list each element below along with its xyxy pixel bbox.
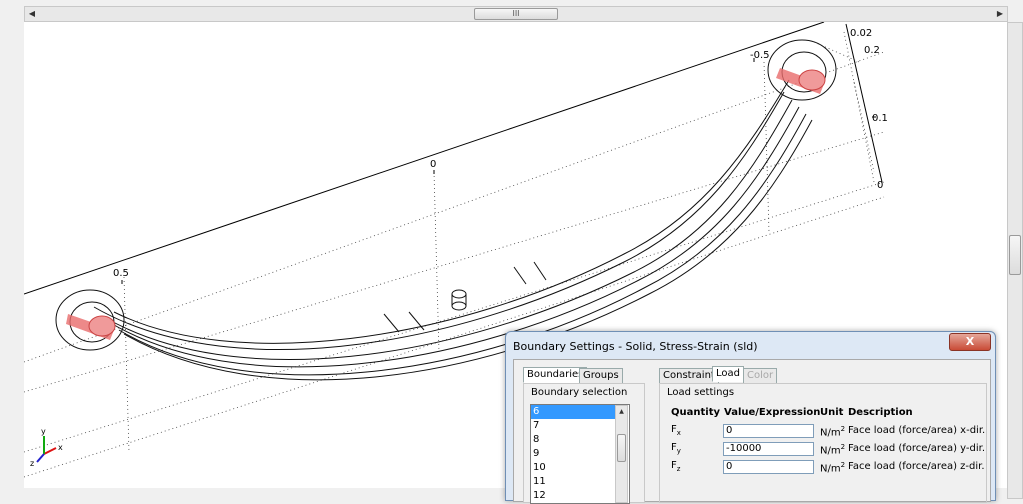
scroll-grip: III [512,9,520,18]
column-description: Description [848,407,913,418]
fx-unit: N/m [820,427,841,439]
tab-constraint[interactable]: Constraint [659,368,719,384]
tab-color-label: Color [747,370,774,381]
row-fz-quantity: Fz [671,460,680,473]
fz-subscript: z [676,465,681,473]
fy-unit-exp: 2 [840,443,846,451]
tab-groups-label: Groups [583,370,619,381]
axis-label-z-bottom: 0 [877,180,883,191]
fx-value-input[interactable] [723,424,814,438]
right-eye-bushing [767,39,837,101]
boundary-list-item[interactable]: 8 [531,433,615,447]
fz-value-input[interactable] [723,460,814,474]
listbox-scrollbar[interactable]: ▲ [615,405,628,503]
row-fx-quantity: Fx [671,424,681,437]
boundary-list-item[interactable]: 6 [531,405,615,419]
row-fy-description: Face load (force/area) y-dir. [848,443,986,454]
fy-unit: N/m [820,445,841,457]
axis-label-front-right: -0.5 [750,50,770,61]
vertical-scrollbar[interactable] [1007,22,1023,499]
dialog-body: Boundaries Groups Boundary selection 678… [513,359,991,504]
horizontal-scroll-thumb[interactable]: III [474,8,558,20]
boundary-list-item[interactable]: 12 [531,489,615,503]
vertical-scroll-thumb[interactable] [1009,235,1021,275]
load-settings-group: Load settings Quantity Value/Expression … [659,383,987,503]
boundary-list-item[interactable]: 9 [531,447,615,461]
fz-unit-exp: 2 [840,461,846,469]
listbox-scroll-thumb[interactable] [617,434,626,462]
frame-front-edge [23,21,825,295]
close-icon: X [965,335,975,348]
fx-unit-exp: 2 [840,425,846,433]
scroll-right-arrow-icon[interactable]: ▶ [993,7,1007,21]
axis-label-z-top: 0.2 [864,45,880,56]
axis-label-front-mid: 0 [430,159,436,170]
tab-load-label: Load [716,368,740,379]
left-eye-bushing [55,289,125,351]
tab-constraint-label: Constraint [663,370,715,381]
fy-value-input[interactable] [723,442,814,456]
axis-label-corner: 0.02 [850,28,872,39]
triad-z-label: z [30,459,34,468]
fx-subscript: x [676,429,681,437]
axis-ticks [121,58,876,284]
row-fx-description: Face load (force/area) x-dir. [848,425,986,436]
close-button[interactable]: X [949,333,991,351]
listbox-scroll-up-icon[interactable]: ▲ [616,406,627,417]
boundary-listbox[interactable]: 6 7 8 9 10 11 12 ▲ [530,404,630,504]
boundary-list-item[interactable]: 11 [531,475,615,489]
axis-label-front-left: 0.5 [113,268,129,279]
fz-unit: N/m [820,463,841,475]
column-unit: Unit [820,407,844,418]
boundary-list-item[interactable]: 10 [531,461,615,475]
tab-boundaries-label: Boundaries [527,369,584,380]
horizontal-scrollbar[interactable]: ◀ III ▶ [24,6,1008,22]
triad-x-label: x [58,443,63,452]
axis-label-z-mid: 0.1 [872,113,888,124]
row-fx-unit: N/m2 [820,425,845,438]
tab-groups[interactable]: Groups [579,368,623,384]
row-fy-unit: N/m2 [820,443,845,456]
column-quantity: Quantity [671,407,720,418]
dialog-title: Boundary Settings - Solid, Stress-Strain… [513,340,758,353]
boundary-settings-dialog[interactable]: Boundary Settings - Solid, Stress-Strain… [505,331,996,504]
axis-triad-icon: x y z [30,427,63,468]
boundary-selection-group: Boundary selection 6 7 8 9 10 11 12 ▲ [523,383,645,504]
load-settings-label: Load settings [665,387,737,398]
triad-y-label: y [41,427,46,436]
column-value: Value/Expression [724,407,821,418]
row-fy-quantity: Fy [671,442,681,455]
row-fz-unit: N/m2 [820,461,845,474]
row-fz-description: Face load (force/area) z-dir. [848,461,985,472]
scroll-left-arrow-icon[interactable]: ◀ [25,7,39,21]
boundary-selection-label: Boundary selection [529,387,630,398]
fy-subscript: y [676,447,681,455]
tab-boundaries[interactable]: Boundaries [523,367,588,383]
tab-load[interactable]: Load [712,366,744,382]
boundary-list-item[interactable]: 7 [531,419,615,433]
tab-color: Color [743,368,778,384]
